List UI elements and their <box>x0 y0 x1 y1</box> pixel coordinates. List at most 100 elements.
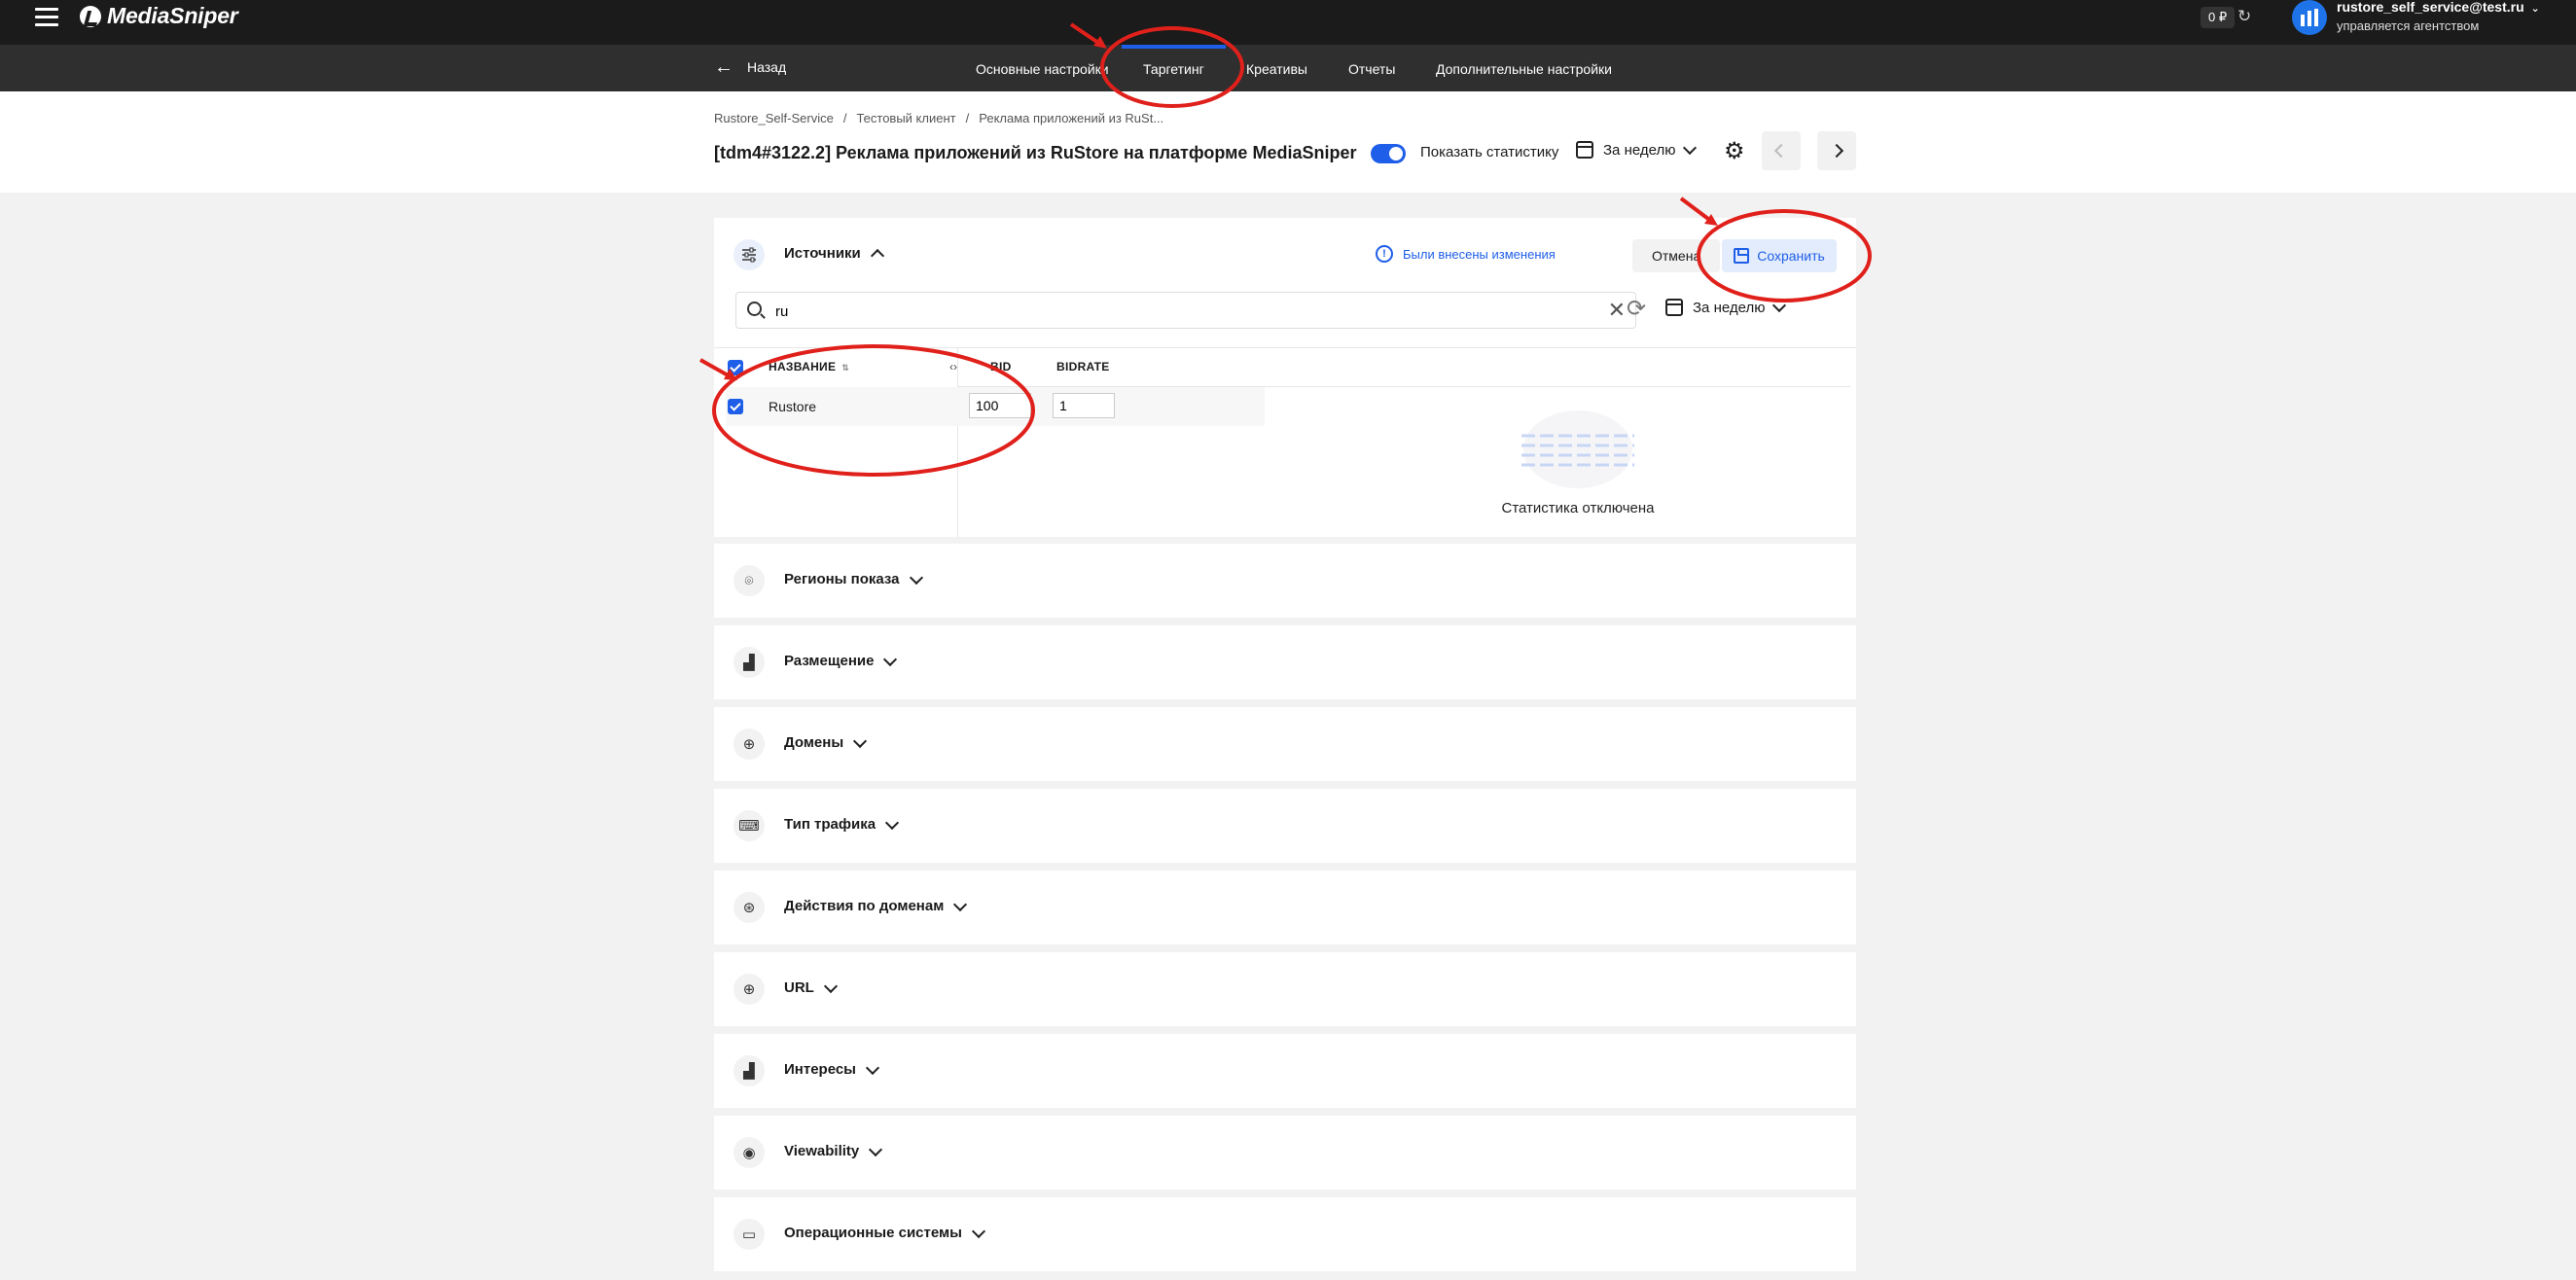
column-resize-icon[interactable]: ‹› <box>949 360 957 373</box>
section-title: Тип трафика <box>784 816 877 833</box>
chevron-down-icon[interactable]: ⌄ <box>2531 3 2540 15</box>
chevron-up-icon <box>870 248 884 263</box>
section-toggle[interactable]: Размещение <box>784 652 898 669</box>
back-button[interactable]: ← Назад <box>714 57 786 77</box>
floppy-disk-icon <box>1734 248 1750 264</box>
section-title: Viewability <box>784 1143 860 1159</box>
section-panel: ▭ Операционные системы <box>714 1197 1856 1271</box>
chevron-down-icon <box>885 815 900 830</box>
section-toggle[interactable]: URL <box>784 978 838 996</box>
page-title: [tdm4#3122.2] Реклама приложений из RuSt… <box>714 143 1357 162</box>
section-toggle[interactable]: Интересы <box>784 1060 880 1078</box>
tab-targeting[interactable]: Таргетинг <box>1122 45 1226 77</box>
chevron-right-icon <box>1829 143 1844 159</box>
section-panel: ◉ Viewability <box>714 1116 1856 1190</box>
logo[interactable]: MediaSniper <box>80 3 238 29</box>
period-select[interactable]: За неделю <box>1576 140 1698 159</box>
search-box: ✕ <box>735 292 1636 329</box>
row-checkbox[interactable] <box>728 399 743 414</box>
column-header-bid: BID <box>990 360 1012 373</box>
sources-title: Источники <box>784 245 861 262</box>
section-title: Действия по доменам <box>784 898 945 914</box>
section-toggle[interactable]: Viewability <box>784 1142 883 1159</box>
user-role: управляется агентством <box>2337 18 2480 33</box>
stats-period-value: За неделю <box>1693 299 1766 316</box>
balance-badge: 0 ₽ <box>2200 7 2236 28</box>
globe-action-icon: ⊛ <box>733 892 765 923</box>
chevron-down-icon <box>869 1142 883 1156</box>
column-header-name[interactable]: НАЗВАНИЕ ⇅ <box>769 360 849 373</box>
section-panel: ▟ Размещение <box>714 625 1856 699</box>
tab-additional-settings[interactable]: Дополнительные настройки <box>1436 61 1612 77</box>
section-panel: ⌾ Регионы показа <box>714 544 1856 618</box>
section-title: URL <box>784 979 814 996</box>
section-toggle[interactable]: Тип трафика <box>784 815 900 833</box>
sources-toggle[interactable]: Источники <box>784 245 884 263</box>
breadcrumb: Rustore_Self-Service / Тестовый клиент / Рек… <box>714 111 1164 125</box>
breadcrumb-item: Реклама приложений из RuSt... <box>979 111 1164 125</box>
sort-icon[interactable]: ⇅ <box>841 363 849 373</box>
section-toggle[interactable]: Домены <box>784 733 868 751</box>
tab-creatives[interactable]: Креативы <box>1246 61 1307 77</box>
chevron-down-icon <box>823 978 838 993</box>
show-stats-toggle[interactable] <box>1371 144 1406 163</box>
section-panel: ⊛ Действия по доменам <box>714 871 1856 944</box>
select-all-checkbox[interactable] <box>728 360 743 375</box>
page-header: Rustore_Self-Service / Тестовый клиент / Рек… <box>0 91 2576 193</box>
section-toggle[interactable]: Операционные системы <box>784 1224 986 1241</box>
location-pin-icon: ⌾ <box>733 565 765 596</box>
search-input[interactable] <box>775 301 1573 322</box>
avatar[interactable] <box>2292 0 2327 35</box>
chevron-down-icon <box>1772 298 1787 313</box>
arrow-left-icon: ← <box>714 56 733 78</box>
logo-mark-icon <box>80 5 101 27</box>
calendar-icon <box>1665 299 1683 316</box>
bidrate-input[interactable] <box>1053 393 1115 418</box>
section-title: Размещение <box>784 653 875 669</box>
column-header-name-label: НАЗВАНИЕ <box>769 360 837 373</box>
section-toggle[interactable]: Регионы показа <box>784 570 923 587</box>
chevron-down-icon <box>953 897 968 911</box>
sliders-icon <box>733 239 765 270</box>
avatar-icon <box>2301 9 2318 26</box>
stats-period-select[interactable]: За неделю <box>1665 298 1787 316</box>
close-icon[interactable]: ✕ <box>1608 299 1626 322</box>
user-email-text: rustore_self_service@test.ru <box>2337 0 2524 15</box>
table-divider <box>714 347 1856 348</box>
save-button[interactable]: Сохранить <box>1722 239 1837 272</box>
breadcrumb-item[interactable]: Тестовый клиент <box>856 111 955 125</box>
refresh-icon[interactable]: ↻ <box>2237 8 2255 25</box>
section-title: Домены <box>784 734 844 751</box>
chevron-down-icon <box>971 1224 986 1238</box>
campaign-nav: ← Назад Основные настройки Таргетинг Кре… <box>0 45 2576 91</box>
calendar-icon <box>1576 141 1593 159</box>
section-panel: ⌨ Тип трафика <box>714 789 1856 863</box>
user-email[interactable]: rustore_self_service@test.ru ⌄ <box>2337 0 2540 15</box>
logo-text: MediaSniper <box>107 3 238 28</box>
cancel-button[interactable]: Отмена <box>1632 239 1721 272</box>
chevron-down-icon <box>883 652 898 666</box>
breadcrumb-item[interactable]: Rustore_Self-Service <box>714 111 834 125</box>
device-icon: ⌨ <box>733 810 765 841</box>
menu-icon[interactable] <box>35 8 58 26</box>
prev-button[interactable] <box>1762 131 1801 170</box>
bid-input[interactable] <box>969 393 1031 418</box>
globe-icon: ⊕ <box>733 729 765 760</box>
section-toggle[interactable]: Действия по доменам <box>784 897 968 914</box>
table-row <box>726 387 957 426</box>
info-icon: ! <box>1376 245 1393 263</box>
next-button[interactable] <box>1817 131 1856 170</box>
changes-notice-text: Были внесены изменения <box>1403 246 1556 262</box>
column-divider <box>957 347 958 537</box>
globe-icon: ⊕ <box>733 974 765 1005</box>
tab-main-settings[interactable]: Основные настройки <box>976 61 1109 77</box>
sources-panel: Источники ! Были внесены изменения Отмен… <box>714 218 1856 537</box>
stats-disabled-illustration <box>1521 410 1634 488</box>
gear-icon[interactable]: ⚙ <box>1724 140 1745 163</box>
section-panel: ⊕ URL <box>714 952 1856 1026</box>
chevron-down-icon <box>1683 140 1698 156</box>
section-panel: ⊕ Домены <box>714 707 1856 781</box>
refresh-stats-icon[interactable]: ⟳ <box>1627 298 1646 321</box>
tab-reports[interactable]: Отчеты <box>1348 61 1395 77</box>
section-panel: ▟ Интересы <box>714 1034 1856 1108</box>
